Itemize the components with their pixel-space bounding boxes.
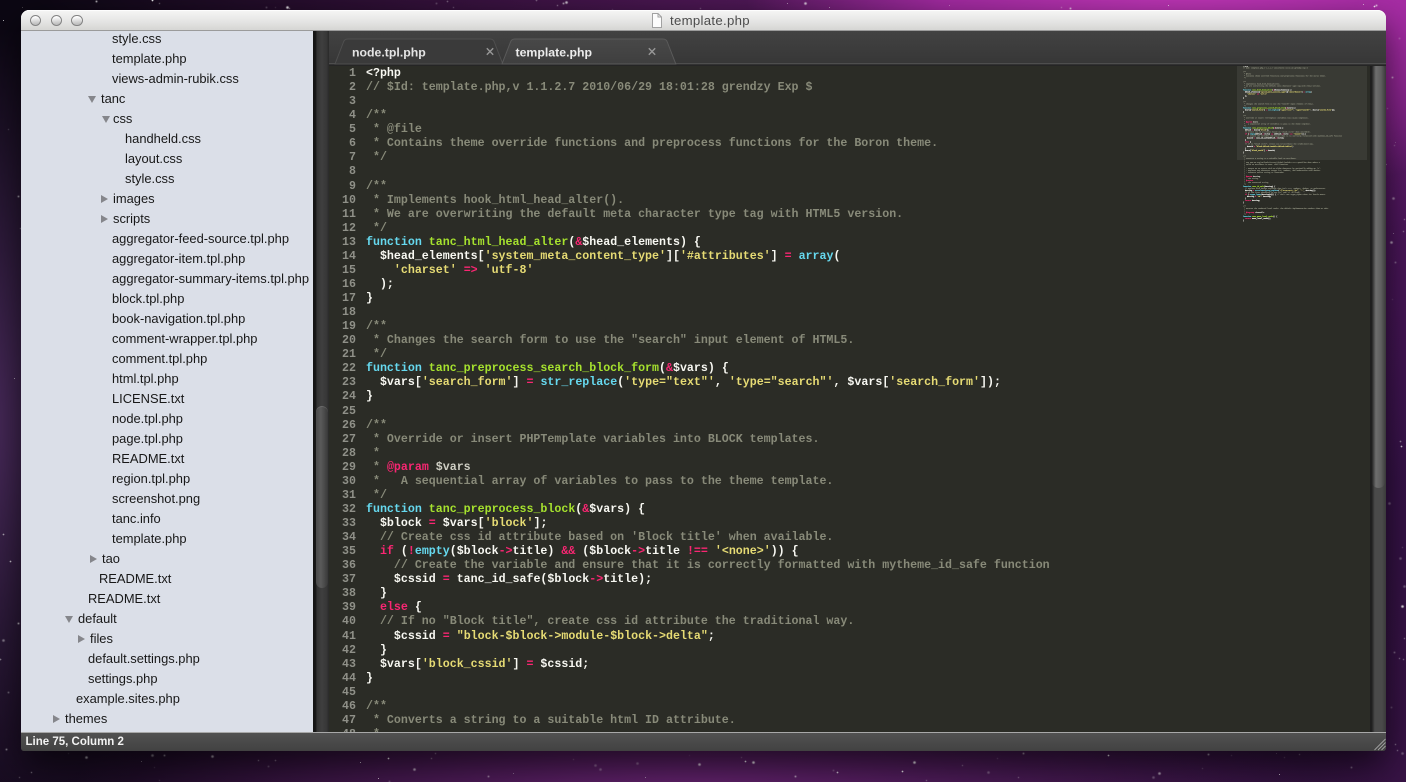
svg-text:template.php: template.php (516, 46, 593, 60)
svg-text:node.tpl.php: node.tpl.php (352, 46, 426, 60)
